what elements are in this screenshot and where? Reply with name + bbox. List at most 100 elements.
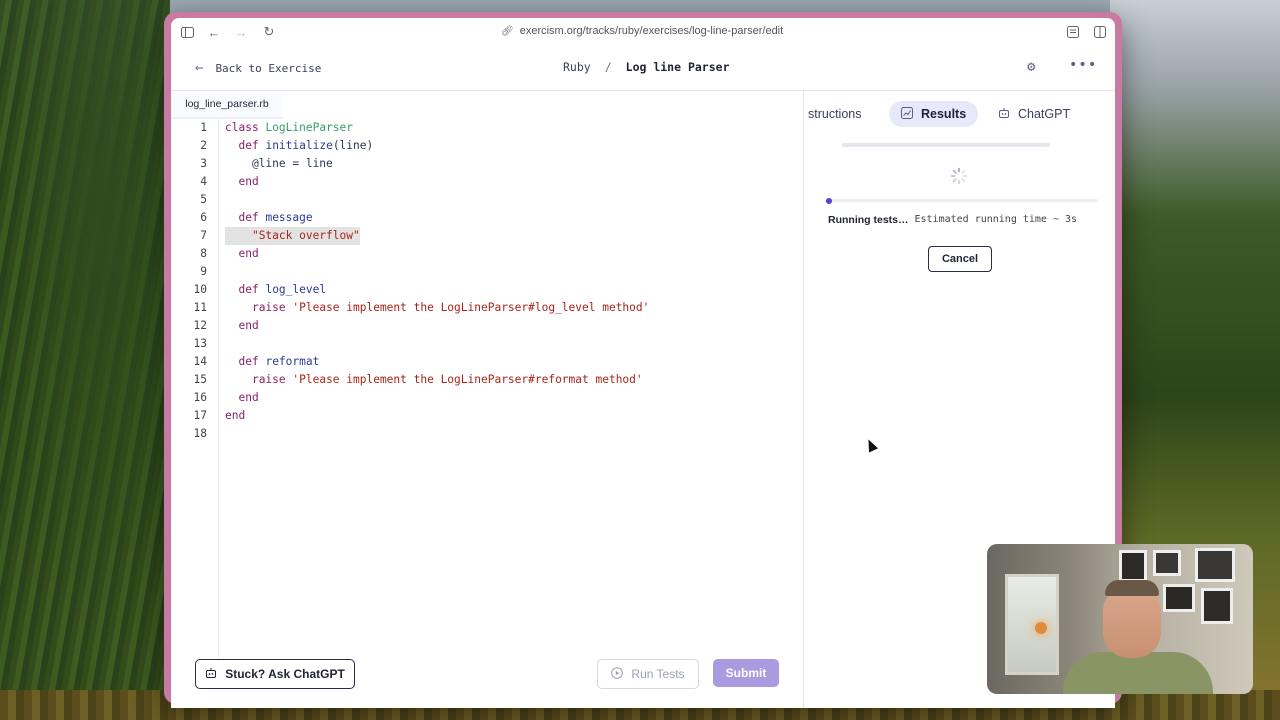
forward-arrow-icon[interactable]: → xyxy=(233,24,249,40)
line-number: 15 xyxy=(193,373,207,386)
file-tab[interactable]: log_line_parser.rb xyxy=(171,91,283,119)
sidebar-toggle-icon[interactable] xyxy=(179,24,195,40)
line-number: 10 xyxy=(193,283,207,296)
test-progress-bar xyxy=(826,198,1098,204)
code-line: 8 end xyxy=(171,245,649,263)
token-statement: @line = line xyxy=(251,157,333,170)
code-line: 11 raise 'Please implement the LogLinePa… xyxy=(171,299,650,317)
back-arrow-icon: ← xyxy=(195,60,204,76)
code-line: 9 xyxy=(171,263,649,281)
webcam-picture-frame xyxy=(1163,584,1195,612)
token-keyword: class xyxy=(225,121,259,134)
breadcrumb-track[interactable]: Ruby xyxy=(563,60,591,74)
token-keyword: def xyxy=(238,139,259,152)
tab-instructions[interactable]: structions xyxy=(808,101,862,127)
back-to-exercise-link[interactable]: ← Back to Exercise xyxy=(195,60,321,76)
cancel-button[interactable]: Cancel xyxy=(928,246,992,272)
code-line: 5 xyxy=(171,191,649,209)
line-number: 13 xyxy=(193,337,207,350)
spinner-icon xyxy=(950,167,968,190)
address-bar[interactable]: 🔗︎ exercism.org/tracks/ruby/exercises/lo… xyxy=(501,25,783,37)
code-line: 1 class LogLineParser xyxy=(171,119,649,137)
line-number: 18 xyxy=(193,427,207,440)
token-method-name: message xyxy=(265,211,313,224)
tabs-scrollbar[interactable] xyxy=(842,143,1050,147)
token-class-name: LogLineParser xyxy=(265,121,353,134)
code-line: 2 def initialize (line) xyxy=(171,137,649,155)
line-number: 4 xyxy=(200,175,207,188)
token-method-name: log_level xyxy=(265,283,327,296)
code-line: 3 @line = line xyxy=(171,155,649,173)
token-keyword: raise xyxy=(251,301,286,314)
link-icon: 🔗︎ xyxy=(501,25,514,37)
webcam-window xyxy=(1005,574,1059,675)
webcam-overlay xyxy=(987,544,1253,694)
token-string-selected: "Stack overflow" xyxy=(251,227,360,245)
line-number: 2 xyxy=(200,139,207,152)
estimated-time-label: Estimated running time ~ 3s xyxy=(914,214,1078,225)
webcam-person-hair xyxy=(1105,580,1159,596)
token-method-name: reformat xyxy=(265,355,320,368)
token-keyword: def xyxy=(238,211,259,224)
tab-results[interactable]: Results xyxy=(889,101,979,127)
play-icon xyxy=(611,666,624,682)
webcam-picture-frame xyxy=(1195,548,1235,582)
split-view-icon[interactable] xyxy=(1092,24,1108,40)
tab-chatgpt[interactable]: ChatGPT xyxy=(998,101,1070,127)
line-number: 16 xyxy=(193,391,207,404)
token-method-name: initialize xyxy=(265,139,333,152)
test-status: Running tests… Estimated running time ~ … xyxy=(828,214,1077,226)
line-number: 6 xyxy=(200,211,207,224)
ask-chatgpt-label: Stuck? Ask ChatGPT xyxy=(225,667,345,681)
test-progress-indicator xyxy=(826,198,832,204)
code-line: 10 def log_level xyxy=(171,281,649,299)
token-keyword: end xyxy=(225,409,246,422)
code-line: 13 xyxy=(171,335,649,353)
code-line: 12 end xyxy=(171,317,649,335)
token-args: (line) xyxy=(332,139,374,152)
token-keyword: def xyxy=(238,283,259,296)
code-line: 7 "Stack overflow" xyxy=(171,227,649,245)
line-number: 12 xyxy=(193,319,207,332)
code-line: 17 end xyxy=(171,407,649,425)
robot-icon xyxy=(998,107,1010,122)
more-dots-icon[interactable]: ••• xyxy=(1069,57,1097,73)
line-number: 7 xyxy=(200,229,207,242)
token-string: 'Please implement the LogLineParser#log_… xyxy=(292,301,650,314)
ask-chatgpt-button[interactable]: Stuck? Ask ChatGPT xyxy=(195,659,355,689)
token-keyword: end xyxy=(238,319,259,332)
browser-toolbar: ← → ↻ 🔗︎ exercism.org/tracks/ruby/exerci… xyxy=(171,18,1115,48)
url-text: exercism.org/tracks/ruby/exercises/log-l… xyxy=(519,25,784,37)
app-header: ← Back to Exercise Ruby / Log line Parse… xyxy=(171,48,1115,91)
line-number: 5 xyxy=(200,193,207,206)
token-string: 'Please implement the LogLineParser#refo… xyxy=(292,373,643,386)
gear-icon[interactable]: ⚙ xyxy=(1027,59,1035,75)
line-number: 9 xyxy=(200,265,207,278)
browser-window: ← → ↻ 🔗︎ exercism.org/tracks/ruby/exerci… xyxy=(164,12,1122,708)
run-tests-label: Run Tests xyxy=(631,667,685,681)
robot-icon xyxy=(205,667,217,682)
webcam-person-body xyxy=(1063,652,1213,694)
webcam-lamp xyxy=(1035,622,1047,634)
code-area[interactable]: 1 class LogLineParser 2 def initialize (li… xyxy=(171,119,650,443)
line-number: 3 xyxy=(200,157,207,170)
tab-instructions-label: structions xyxy=(808,107,862,121)
token-keyword: raise xyxy=(251,373,286,386)
token-keyword: def xyxy=(238,355,259,368)
reload-icon[interactable]: ↻ xyxy=(261,24,277,40)
back-arrow-icon[interactable]: ← xyxy=(206,24,222,40)
panel-tabs: structions Results ChatGPT xyxy=(804,91,1115,131)
code-line: 15 raise 'Please implement the LogLinePa… xyxy=(171,371,649,389)
submit-button[interactable]: Submit xyxy=(713,659,779,687)
breadcrumb-separator: / xyxy=(604,60,612,74)
run-tests-button[interactable]: Run Tests xyxy=(597,659,699,689)
code-line: 16 end xyxy=(171,389,649,407)
reader-icon[interactable] xyxy=(1065,24,1081,40)
desktop-background-left xyxy=(0,0,170,720)
line-number: 11 xyxy=(193,301,207,314)
line-number: 8 xyxy=(200,247,207,260)
webcam-picture-frame xyxy=(1119,550,1147,582)
breadcrumb: Ruby / Log line Parser xyxy=(563,60,730,74)
token-keyword: end xyxy=(238,247,259,260)
token-keyword: end xyxy=(238,175,259,188)
